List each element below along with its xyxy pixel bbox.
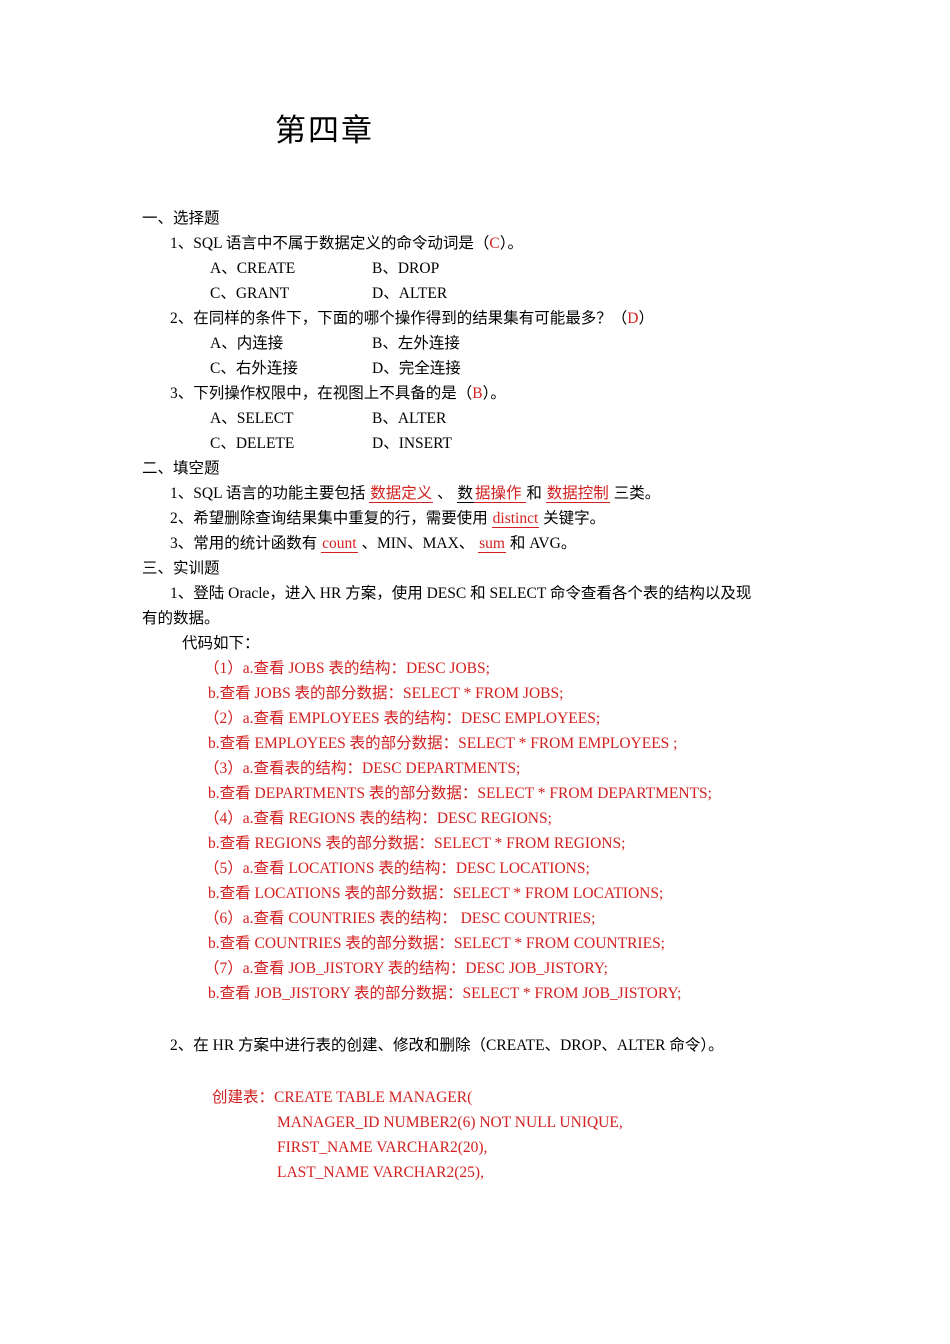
code-line: b.查看 EMPLOYEES 表的部分数据：SELECT * FROM EMPL… <box>208 735 678 752</box>
fillblank-question-2: 2、希望删除查询结果集中重复的行，需要使用 distinct 关键字。 <box>142 506 808 531</box>
code-line: b.查看 LOCATIONS 表的部分数据：SELECT * FROM LOCA… <box>208 885 664 902</box>
create-table-column-line: LAST_NAME VARCHAR2(25), <box>277 1164 484 1181</box>
question-1-stem: 1、SQL 语言中不属于数据定义的命令动词是（C）。 <box>142 231 808 256</box>
question-2-answer: D <box>627 310 639 327</box>
code-line: （5）a.查看 LOCATIONS 表的结构：DESC LOCATIONS; <box>204 860 590 877</box>
code-block-spacer <box>142 1006 808 1033</box>
question-2-stem: 2、在同样的条件下，下面的哪个操作得到的结果集有可能最多？（D） <box>142 306 808 331</box>
practice-task-2-line-1: 2、在 HR 方案中进行表的创建、修改和删除（CREATE、DROP、ALTER… <box>170 1037 724 1054</box>
code-line: （1）a.查看 JOBS 表的结构：DESC JOBS; <box>204 660 490 677</box>
question-2-text: 2、在同样的条件下，下面的哪个操作得到的结果集有可能最多？（ <box>170 310 628 327</box>
create-table-spacer <box>142 1058 808 1085</box>
practice-code-label: 代码如下： <box>182 635 260 652</box>
code-line: （7）a.查看 JOB_JISTORY 表的结构：DESC JOB_JISTOR… <box>204 960 608 977</box>
practice-task-1-line-2: 有的数据。 <box>142 610 220 627</box>
fillblank-2-part2: 关键字。 <box>539 510 606 527</box>
option-b[interactable]: B、左外连接 <box>372 331 460 356</box>
question-2-tail: ） <box>638 310 654 327</box>
fillblank-3-answer-1: count <box>321 535 358 553</box>
option-c[interactable]: C、DELETE <box>210 431 372 456</box>
fillblank-3-answer-2: sum <box>478 535 506 553</box>
fillblank-1-answer-2a: 数 <box>456 485 475 503</box>
create-table-column-line: MANAGER_ID NUMBER2(6) NOT NULL UNIQUE, <box>277 1114 623 1131</box>
fillblank-2-answer-1: distinct <box>491 510 540 528</box>
question-2-options-row-1: A、内连接 B、左外连接 <box>142 331 808 356</box>
fillblank-1-answer-2b: 据操作 <box>474 485 527 503</box>
fillblank-1-answer-1: 数据定义 <box>369 485 434 503</box>
code-line: b.查看 JOBS 表的部分数据：SELECT * FROM JOBS; <box>208 685 564 702</box>
code-line: b.查看 COUNTRIES 表的部分数据：SELECT * FROM COUN… <box>208 935 665 952</box>
option-c[interactable]: C、GRANT <box>210 281 372 306</box>
create-table-column-line: FIRST_NAME VARCHAR2(20), <box>277 1139 488 1156</box>
document-page: 第四章 一、选择题 1、SQL 语言中不属于数据定义的命令动词是（C）。 A、C… <box>0 0 950 1344</box>
fillblank-1-part4: 三类。 <box>609 485 661 502</box>
question-2-options-row-2: C、右外连接 D、完全连接 <box>142 356 808 381</box>
option-b[interactable]: B、DROP <box>372 256 439 281</box>
option-c[interactable]: C、右外连接 <box>210 356 372 381</box>
fillblank-3-part3: 和 AVG。 <box>505 535 577 552</box>
option-a[interactable]: A、SELECT <box>210 406 372 431</box>
practice-task-1-line-1: 1、登陆 Oracle，进入 HR 方案，使用 DESC 和 SELECT 命令… <box>170 585 752 602</box>
question-1-text: 1、SQL 语言中不属于数据定义的命令动词是（ <box>170 235 490 252</box>
option-d[interactable]: D、ALTER <box>372 281 447 306</box>
question-3-text: 3、下列操作权限中，在视图上不具备的是（ <box>170 385 473 402</box>
code-line: b.查看 DEPARTMENTS 表的部分数据：SELECT * FROM DE… <box>208 785 712 802</box>
fillblank-question-3: 3、常用的统计函数有 count 、MIN、MAX、 sum 和 AVG。 <box>142 531 808 556</box>
question-3-stem: 3、下列操作权限中，在视图上不具备的是（B）。 <box>142 381 808 406</box>
option-d[interactable]: D、完全连接 <box>372 356 461 381</box>
section-heading-choice: 一、选择题 <box>142 210 220 227</box>
question-3-answer: B <box>472 385 483 402</box>
code-line: b.查看 JOB_JISTORY 表的部分数据：SELECT * FROM JO… <box>208 985 682 1002</box>
title-spacer <box>142 146 808 206</box>
fillblank-2-part1: 2、希望删除查询结果集中重复的行，需要使用 <box>170 510 492 527</box>
question-1-options-row-1: A、CREATE B、DROP <box>142 256 808 281</box>
option-a[interactable]: A、内连接 <box>210 331 372 356</box>
option-a[interactable]: A、CREATE <box>210 256 372 281</box>
code-line: （4）a.查看 REGIONS 表的结构：DESC REGIONS; <box>204 810 552 827</box>
code-line: （6）a.查看 COUNTRIES 表的结构： DESC COUNTRIES; <box>204 910 596 927</box>
section-heading-practice: 三、实训题 <box>142 560 220 577</box>
code-line: b.查看 REGIONS 表的部分数据：SELECT * FROM REGION… <box>208 835 626 852</box>
fillblank-3-part2: 、MIN、MAX、 <box>357 535 479 552</box>
question-1-tail: ）。 <box>499 235 523 252</box>
create-table-label: 创建表：CREATE TABLE MANAGER( <box>212 1089 473 1106</box>
option-d[interactable]: D、INSERT <box>372 431 452 456</box>
fillblank-3-part1: 3、常用的统计函数有 <box>170 535 322 552</box>
fillblank-1-part1: 1、SQL 语言的功能主要包括 <box>170 485 370 502</box>
fillblank-question-1: 1、SQL 语言的功能主要包括 数据定义 、 数据操作 和 数据控制 三类。 <box>142 481 808 506</box>
question-3-options-row-1: A、SELECT B、ALTER <box>142 406 808 431</box>
question-1-options-row-2: C、GRANT D、ALTER <box>142 281 808 306</box>
fillblank-1-part3: 和 <box>526 485 546 502</box>
fillblank-1-answer-3: 数据控制 <box>545 485 610 503</box>
question-3-tail: ）。 <box>482 385 506 402</box>
option-b[interactable]: B、ALTER <box>372 406 446 431</box>
question-3-options-row-2: C、DELETE D、INSERT <box>142 431 808 456</box>
page-title: 第四章 <box>275 113 374 148</box>
code-line: （2）a.查看 EMPLOYEES 表的结构：DESC EMPLOYEES; <box>204 710 601 727</box>
fillblank-1-part2: 、 <box>433 485 457 502</box>
code-line: （3）a.查看表的结构：DESC DEPARTMENTS; <box>204 760 521 777</box>
section-heading-fillblank: 二、填空题 <box>142 460 220 477</box>
question-1-answer: C <box>489 235 500 252</box>
